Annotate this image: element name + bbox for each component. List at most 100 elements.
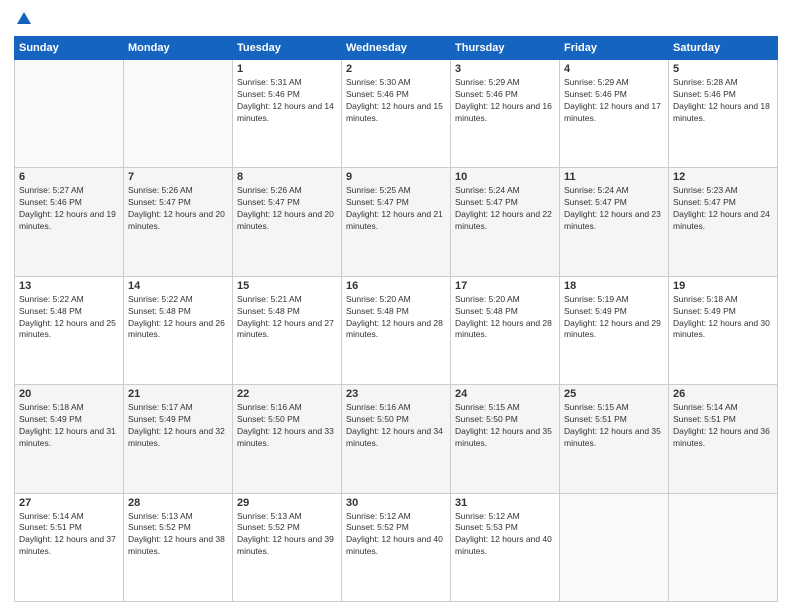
- week-row-2: 6 Sunrise: 5:27 AMSunset: 5:46 PMDaylight…: [15, 168, 778, 276]
- calendar-cell: 8 Sunrise: 5:26 AMSunset: 5:47 PMDaylight…: [233, 168, 342, 276]
- day-info: Sunrise: 5:26 AMSunset: 5:47 PMDaylight:…: [128, 185, 228, 233]
- calendar-body: 1 Sunrise: 5:31 AMSunset: 5:46 PMDaylight…: [15, 60, 778, 602]
- day-info: Sunrise: 5:12 AMSunset: 5:53 PMDaylight:…: [455, 511, 555, 559]
- calendar-cell: 25 Sunrise: 5:15 AMSunset: 5:51 PMDayligh…: [560, 385, 669, 493]
- calendar-page: SundayMondayTuesdayWednesdayThursdayFrid…: [0, 0, 792, 612]
- header-day-monday: Monday: [124, 37, 233, 60]
- day-number: 31: [455, 497, 555, 509]
- day-info: Sunrise: 5:22 AMSunset: 5:48 PMDaylight:…: [19, 294, 119, 342]
- header: [14, 10, 778, 28]
- day-info: Sunrise: 5:28 AMSunset: 5:46 PMDaylight:…: [673, 77, 773, 125]
- calendar-cell: [15, 60, 124, 168]
- day-number: 26: [673, 388, 773, 400]
- calendar-cell: 1 Sunrise: 5:31 AMSunset: 5:46 PMDaylight…: [233, 60, 342, 168]
- day-number: 28: [128, 497, 228, 509]
- day-number: 9: [346, 171, 446, 183]
- day-number: 7: [128, 171, 228, 183]
- day-number: 10: [455, 171, 555, 183]
- day-number: 13: [19, 280, 119, 292]
- day-info: Sunrise: 5:13 AMSunset: 5:52 PMDaylight:…: [237, 511, 337, 559]
- day-number: 6: [19, 171, 119, 183]
- calendar-cell: 6 Sunrise: 5:27 AMSunset: 5:46 PMDaylight…: [15, 168, 124, 276]
- day-info: Sunrise: 5:16 AMSunset: 5:50 PMDaylight:…: [346, 402, 446, 450]
- header-day-sunday: Sunday: [15, 37, 124, 60]
- day-info: Sunrise: 5:20 AMSunset: 5:48 PMDaylight:…: [346, 294, 446, 342]
- day-number: 16: [346, 280, 446, 292]
- week-row-5: 27 Sunrise: 5:14 AMSunset: 5:51 PMDayligh…: [15, 493, 778, 601]
- day-info: Sunrise: 5:18 AMSunset: 5:49 PMDaylight:…: [19, 402, 119, 450]
- calendar-table: SundayMondayTuesdayWednesdayThursdayFrid…: [14, 36, 778, 602]
- day-info: Sunrise: 5:15 AMSunset: 5:50 PMDaylight:…: [455, 402, 555, 450]
- logo-icon: [15, 10, 33, 28]
- calendar-cell: 9 Sunrise: 5:25 AMSunset: 5:47 PMDaylight…: [342, 168, 451, 276]
- day-info: Sunrise: 5:21 AMSunset: 5:48 PMDaylight:…: [237, 294, 337, 342]
- calendar-cell: [669, 493, 778, 601]
- calendar-cell: 11Sunrise: 5:24 AMSunset: 5:47 PMDayligh…: [560, 168, 669, 276]
- day-info: Sunrise: 5:31 AMSunset: 5:46 PMDaylight:…: [237, 77, 337, 125]
- day-info: Sunrise: 5:15 AMSunset: 5:51 PMDaylight:…: [564, 402, 664, 450]
- day-info: Sunrise: 5:16 AMSunset: 5:50 PMDaylight:…: [237, 402, 337, 450]
- header-day-saturday: Saturday: [669, 37, 778, 60]
- calendar-cell: [560, 493, 669, 601]
- calendar-cell: 12 Sunrise: 5:23 AMSunset: 5:47 PMDayligh…: [669, 168, 778, 276]
- calendar-cell: 15 Sunrise: 5:21 AMSunset: 5:48 PMDayligh…: [233, 276, 342, 384]
- calendar-cell: 29 Sunrise: 5:13 AMSunset: 5:52 PMDayligh…: [233, 493, 342, 601]
- logo: [14, 14, 33, 28]
- header-day-tuesday: Tuesday: [233, 37, 342, 60]
- week-row-4: 20 Sunrise: 5:18 AMSunset: 5:49 PMDayligh…: [15, 385, 778, 493]
- calendar-cell: 18Sunrise: 5:19 AMSunset: 5:49 PMDayligh…: [560, 276, 669, 384]
- day-number: 5: [673, 63, 773, 75]
- day-info: Sunrise: 5:12 AMSunset: 5:52 PMDaylight:…: [346, 511, 446, 559]
- day-info: Sunrise: 5:27 AMSunset: 5:46 PMDaylight:…: [19, 185, 119, 233]
- day-number: 25: [564, 388, 664, 400]
- day-number: 1: [237, 63, 337, 75]
- day-number: 4: [564, 63, 664, 75]
- day-info: Sunrise: 5:23 AMSunset: 5:47 PMDaylight:…: [673, 185, 773, 233]
- day-info: Sunrise: 5:19 AMSunset: 5:49 PMDaylight:…: [564, 294, 664, 342]
- calendar-cell: 27 Sunrise: 5:14 AMSunset: 5:51 PMDayligh…: [15, 493, 124, 601]
- day-info: Sunrise: 5:14 AMSunset: 5:51 PMDaylight:…: [19, 511, 119, 559]
- calendar-cell: 30 Sunrise: 5:12 AMSunset: 5:52 PMDayligh…: [342, 493, 451, 601]
- day-info: Sunrise: 5:29 AMSunset: 5:46 PMDaylight:…: [455, 77, 555, 125]
- header-day-wednesday: Wednesday: [342, 37, 451, 60]
- day-number: 21: [128, 388, 228, 400]
- calendar-cell: 26Sunrise: 5:14 AMSunset: 5:51 PMDayligh…: [669, 385, 778, 493]
- day-info: Sunrise: 5:18 AMSunset: 5:49 PMDaylight:…: [673, 294, 773, 342]
- day-number: 27: [19, 497, 119, 509]
- calendar-cell: 20 Sunrise: 5:18 AMSunset: 5:49 PMDayligh…: [15, 385, 124, 493]
- day-number: 15: [237, 280, 337, 292]
- day-info: Sunrise: 5:26 AMSunset: 5:47 PMDaylight:…: [237, 185, 337, 233]
- calendar-cell: 14Sunrise: 5:22 AMSunset: 5:48 PMDayligh…: [124, 276, 233, 384]
- week-row-1: 1 Sunrise: 5:31 AMSunset: 5:46 PMDaylight…: [15, 60, 778, 168]
- day-number: 29: [237, 497, 337, 509]
- calendar-cell: 4 Sunrise: 5:29 AMSunset: 5:46 PMDaylight…: [560, 60, 669, 168]
- day-number: 2: [346, 63, 446, 75]
- calendar-cell: 28 Sunrise: 5:13 AMSunset: 5:52 PMDayligh…: [124, 493, 233, 601]
- calendar-cell: 24Sunrise: 5:15 AMSunset: 5:50 PMDayligh…: [451, 385, 560, 493]
- day-info: Sunrise: 5:30 AMSunset: 5:46 PMDaylight:…: [346, 77, 446, 125]
- calendar-cell: 21 Sunrise: 5:17 AMSunset: 5:49 PMDayligh…: [124, 385, 233, 493]
- day-number: 20: [19, 388, 119, 400]
- calendar-cell: 13 Sunrise: 5:22 AMSunset: 5:48 PMDayligh…: [15, 276, 124, 384]
- day-number: 30: [346, 497, 446, 509]
- calendar-cell: 16 Sunrise: 5:20 AMSunset: 5:48 PMDayligh…: [342, 276, 451, 384]
- calendar-cell: 2 Sunrise: 5:30 AMSunset: 5:46 PMDaylight…: [342, 60, 451, 168]
- day-number: 17: [455, 280, 555, 292]
- day-info: Sunrise: 5:17 AMSunset: 5:49 PMDaylight:…: [128, 402, 228, 450]
- calendar-cell: [124, 60, 233, 168]
- day-info: Sunrise: 5:24 AMSunset: 5:47 PMDaylight:…: [564, 185, 664, 233]
- week-row-3: 13 Sunrise: 5:22 AMSunset: 5:48 PMDayligh…: [15, 276, 778, 384]
- calendar-cell: 17 Sunrise: 5:20 AMSunset: 5:48 PMDayligh…: [451, 276, 560, 384]
- calendar-cell: 10Sunrise: 5:24 AMSunset: 5:47 PMDayligh…: [451, 168, 560, 276]
- day-info: Sunrise: 5:25 AMSunset: 5:47 PMDaylight:…: [346, 185, 446, 233]
- calendar-cell: 31 Sunrise: 5:12 AMSunset: 5:53 PMDayligh…: [451, 493, 560, 601]
- day-info: Sunrise: 5:22 AMSunset: 5:48 PMDaylight:…: [128, 294, 228, 342]
- header-day-friday: Friday: [560, 37, 669, 60]
- day-info: Sunrise: 5:29 AMSunset: 5:46 PMDaylight:…: [564, 77, 664, 125]
- calendar-cell: 5 Sunrise: 5:28 AMSunset: 5:46 PMDaylight…: [669, 60, 778, 168]
- day-info: Sunrise: 5:13 AMSunset: 5:52 PMDaylight:…: [128, 511, 228, 559]
- day-info: Sunrise: 5:20 AMSunset: 5:48 PMDaylight:…: [455, 294, 555, 342]
- day-number: 12: [673, 171, 773, 183]
- day-number: 8: [237, 171, 337, 183]
- day-number: 19: [673, 280, 773, 292]
